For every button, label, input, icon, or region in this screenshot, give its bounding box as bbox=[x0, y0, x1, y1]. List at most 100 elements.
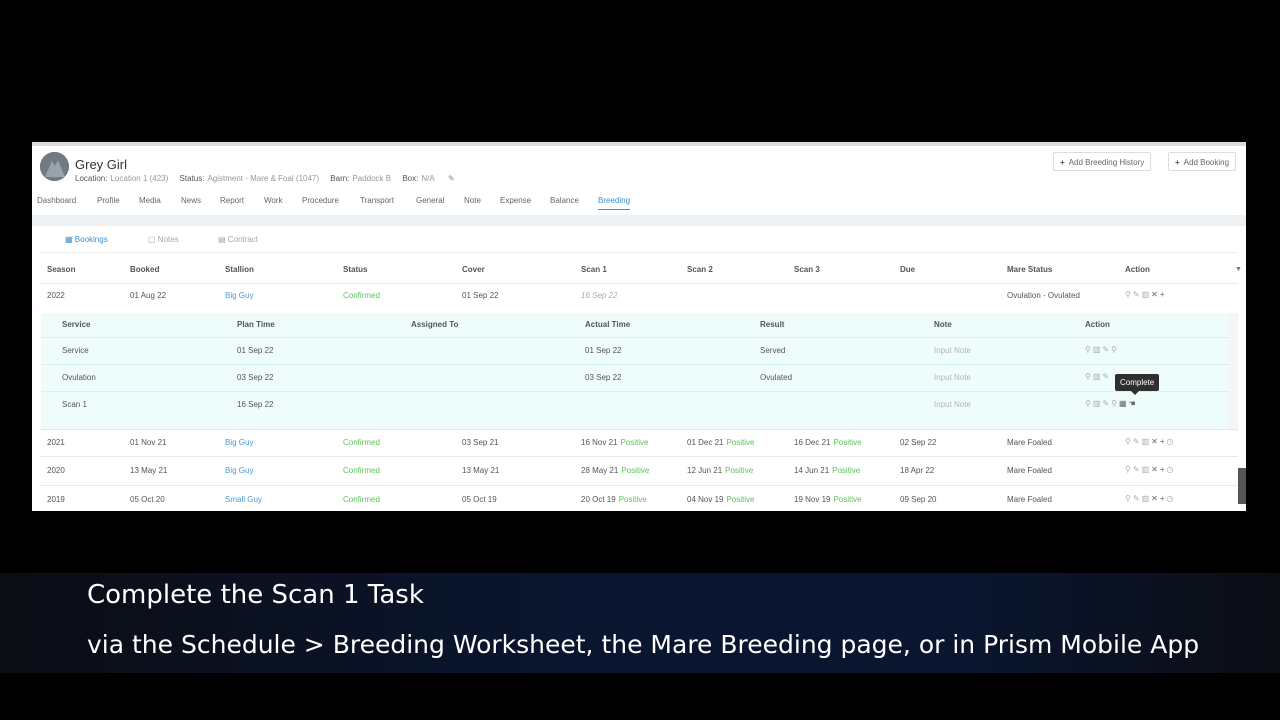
tab-general[interactable]: General bbox=[416, 196, 444, 205]
horse-avatar[interactable] bbox=[40, 152, 69, 181]
subtab-bookings[interactable]: ▦ Bookings bbox=[65, 235, 108, 244]
attach-icon[interactable]: ⚲ bbox=[1125, 290, 1133, 299]
tab-expense[interactable]: Expense bbox=[500, 196, 531, 205]
close-icon[interactable]: ✕ bbox=[1151, 494, 1160, 503]
col-season[interactable]: Season bbox=[47, 265, 75, 274]
link-icon[interactable]: ⚲ bbox=[1111, 345, 1119, 354]
subtask-plan-time: 16 Sep 22 bbox=[237, 400, 274, 409]
attach-icon[interactable]: ⚲ bbox=[1085, 372, 1093, 381]
edit-icon[interactable]: ✎ bbox=[1133, 437, 1142, 446]
edit-icon[interactable]: ✎ bbox=[1133, 494, 1142, 503]
subtab-contract[interactable]: ▤ Contract bbox=[218, 235, 258, 244]
cell-mare-status: Ovulation - Ovulated bbox=[1007, 291, 1080, 300]
col-mare-status[interactable]: Mare Status bbox=[1007, 265, 1052, 274]
scan-result: Positive bbox=[726, 438, 755, 447]
history-icon[interactable]: ◷ bbox=[1167, 437, 1176, 446]
column-menu-caret-icon[interactable]: ▼ bbox=[1235, 266, 1242, 273]
tab-work[interactable]: Work bbox=[264, 196, 283, 205]
edit-pencil-icon[interactable]: ✎ bbox=[448, 174, 455, 183]
tab-note[interactable]: Note bbox=[464, 196, 481, 205]
add-breeding-history-button[interactable]: + Add Breeding History bbox=[1053, 152, 1152, 171]
edit-icon[interactable]: ✎ bbox=[1102, 372, 1111, 381]
history-icon[interactable]: ◷ bbox=[1167, 465, 1176, 474]
col-status[interactable]: Status bbox=[343, 265, 367, 274]
row-actions: ⚲✎▥✕+◷ bbox=[1125, 494, 1175, 503]
col-scan2[interactable]: Scan 2 bbox=[687, 265, 713, 274]
delete-icon[interactable]: ▥ bbox=[1093, 372, 1103, 381]
subtask-service: Service bbox=[62, 346, 89, 355]
add-icon[interactable]: + bbox=[1160, 494, 1167, 503]
edit-icon[interactable]: ✎ bbox=[1102, 345, 1111, 354]
delete-icon[interactable]: ▥ bbox=[1142, 437, 1152, 446]
close-icon[interactable]: ✕ bbox=[1151, 437, 1160, 446]
scan2-date: 04 Nov 19 bbox=[687, 495, 724, 504]
col-due[interactable]: Due bbox=[900, 265, 915, 274]
delete-icon[interactable]: ▥ bbox=[1093, 345, 1103, 354]
cell-due: 02 Sep 22 bbox=[900, 438, 937, 447]
col-booked[interactable]: Booked bbox=[130, 265, 159, 274]
delete-icon[interactable]: ▥ bbox=[1142, 494, 1152, 503]
col-stallion[interactable]: Stallion bbox=[225, 265, 254, 274]
scan-result: Positive bbox=[725, 466, 754, 475]
attach-icon[interactable]: ⚲ bbox=[1085, 399, 1093, 408]
note-input[interactable]: Input Note bbox=[934, 346, 971, 355]
col-scan3[interactable]: Scan 3 bbox=[794, 265, 820, 274]
status-badge: Confirmed bbox=[343, 466, 380, 475]
status-value: Agistment - Mare & Foal (1047) bbox=[207, 174, 320, 183]
row-actions: ⚲✎▥✕+◷ bbox=[1125, 437, 1175, 446]
subtask-actual-time: 03 Sep 22 bbox=[585, 373, 622, 382]
tab-media[interactable]: Media bbox=[139, 196, 161, 205]
tab-breeding[interactable]: Breeding bbox=[598, 196, 631, 210]
add-booking-button[interactable]: + Add Booking bbox=[1168, 152, 1237, 171]
cell-scan2: 01 Dec 21 Positive bbox=[687, 438, 754, 447]
tab-report[interactable]: Report bbox=[220, 196, 244, 205]
edit-icon[interactable]: ✎ bbox=[1133, 465, 1142, 474]
attach-icon[interactable]: ⚲ bbox=[1085, 345, 1093, 354]
subtab-notes[interactable]: ▢ Notes bbox=[148, 235, 179, 244]
cell-cover: 03 Sep 21 bbox=[462, 438, 499, 447]
tab-transport[interactable]: Transport bbox=[360, 196, 394, 205]
cursor-pointer-icon: ☚ bbox=[1128, 399, 1138, 408]
edit-icon[interactable]: ✎ bbox=[1102, 399, 1111, 408]
stallion-link[interactable]: Small Guy bbox=[225, 495, 262, 504]
delete-icon[interactable]: ▥ bbox=[1093, 399, 1103, 408]
stallion-link[interactable]: Big Guy bbox=[225, 466, 253, 475]
tab-balance[interactable]: Balance bbox=[550, 196, 579, 205]
add-icon[interactable]: + bbox=[1160, 437, 1167, 446]
tab-profile[interactable]: Profile bbox=[97, 196, 120, 205]
complete-tooltip: Complete bbox=[1115, 374, 1160, 395]
col-cover[interactable]: Cover bbox=[462, 265, 485, 274]
note-input[interactable]: Input Note bbox=[934, 373, 971, 382]
attach-icon[interactable]: ⚲ bbox=[1125, 437, 1133, 446]
attach-icon[interactable]: ⚲ bbox=[1125, 494, 1133, 503]
tab-news[interactable]: News bbox=[181, 196, 201, 205]
delete-icon[interactable]: ▥ bbox=[1142, 290, 1152, 299]
note-icon: ▢ bbox=[148, 235, 156, 244]
scan-result: Positive bbox=[833, 438, 862, 447]
stallion-link[interactable]: Big Guy bbox=[225, 291, 253, 300]
scan3-date: 14 Jun 21 bbox=[794, 466, 830, 475]
status-badge: Confirmed bbox=[343, 291, 380, 300]
vertical-scrollbar[interactable] bbox=[1238, 468, 1246, 504]
cell-booked: 01 Nov 21 bbox=[130, 438, 167, 447]
complete-icon[interactable]: ▦ bbox=[1119, 399, 1129, 408]
horse-name: Grey Girl bbox=[75, 157, 127, 172]
cell-mare-status: Mare Foaled bbox=[1007, 466, 1052, 475]
note-input[interactable]: Input Note bbox=[934, 400, 971, 409]
edit-icon[interactable]: ✎ bbox=[1133, 290, 1142, 299]
add-icon[interactable]: + bbox=[1160, 290, 1167, 299]
add-icon[interactable]: + bbox=[1160, 465, 1167, 474]
delete-icon[interactable]: ▥ bbox=[1142, 465, 1152, 474]
history-icon[interactable]: ◷ bbox=[1167, 494, 1176, 503]
link-icon[interactable]: ⚲ bbox=[1111, 399, 1119, 408]
plus-icon: + bbox=[1175, 158, 1180, 167]
close-icon[interactable]: ✕ bbox=[1151, 465, 1160, 474]
app-window: Grey Girl Location: Location 1 (423) Stat… bbox=[32, 142, 1246, 511]
tab-dashboard[interactable]: Dashboard bbox=[37, 196, 76, 205]
tab-procedure[interactable]: Procedure bbox=[302, 196, 339, 205]
cell-cover: 13 May 21 bbox=[462, 466, 500, 475]
attach-icon[interactable]: ⚲ bbox=[1125, 465, 1133, 474]
stallion-link[interactable]: Big Guy bbox=[225, 438, 253, 447]
col-scan1[interactable]: Scan 1 bbox=[581, 265, 607, 274]
close-icon[interactable]: ✕ bbox=[1151, 290, 1160, 299]
